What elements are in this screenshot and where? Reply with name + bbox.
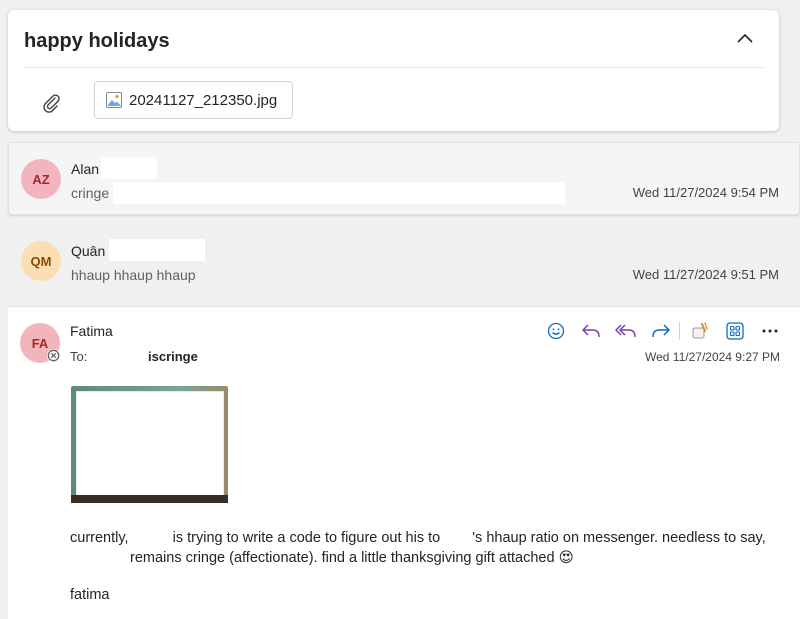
body-text: 's hhaup ratio on messenger. needless to… <box>472 530 766 546</box>
more-actions-button[interactable] <box>758 319 782 343</box>
collapse-button[interactable] <box>735 28 755 48</box>
thread-subject-card: happy holidays 20241127_212350.jpg <box>8 10 779 131</box>
heart-eyes-emoji: 😍 <box>558 550 574 566</box>
avatar: AZ <box>21 159 61 199</box>
presence-badge <box>47 349 60 362</box>
inline-image[interactable] <box>71 386 228 503</box>
message-item[interactable]: QM Quân hhaup hhaup hhaup Wed 11/27/2024… <box>8 224 800 297</box>
addin-button[interactable] <box>688 319 712 343</box>
apps-button[interactable] <box>723 319 747 343</box>
signature: fatima <box>70 587 110 603</box>
message-body: currently, is trying to write a code to … <box>70 528 770 568</box>
attachment-chip[interactable]: 20241127_212350.jpg <box>94 81 293 119</box>
hand-wave-icon <box>692 322 708 339</box>
apps-icon <box>726 322 744 340</box>
divider <box>679 322 680 340</box>
body-text: is trying to write a code to figure out … <box>172 530 441 546</box>
emoji-react-button[interactable] <box>544 319 568 343</box>
to-line: To: iscringe <box>70 349 198 364</box>
image-border <box>71 495 228 503</box>
message-date: Wed 11/27/2024 9:27 PM <box>645 350 780 364</box>
redaction <box>113 182 565 204</box>
open-message: FA Fatima To: iscringe Wed 11/27/2024 9:… <box>8 306 800 619</box>
message-actions <box>533 319 782 343</box>
thread-subject: happy holidays <box>24 30 170 52</box>
to-label: To: <box>70 349 88 364</box>
sender-name: Fatima <box>70 323 113 339</box>
image-content <box>76 391 224 501</box>
emoji-react-icon <box>547 322 565 340</box>
message-preview: cringe <box>71 185 110 201</box>
image-file-icon <box>106 92 122 108</box>
reply-all-button[interactable] <box>614 319 638 343</box>
forward-button[interactable] <box>649 319 673 343</box>
body-text: remains cringe (affectionate). find a li… <box>130 550 555 566</box>
redaction <box>101 157 157 179</box>
chevron-up-icon <box>737 33 753 43</box>
forward-icon <box>652 324 670 338</box>
sender-name: Quân <box>71 243 106 259</box>
body-text: currently, <box>70 530 129 546</box>
avatar: QM <box>21 241 61 281</box>
message-item[interactable]: AZ Alan cringe Wed 11/27/2024 9:54 PM <box>8 142 800 215</box>
blocked-status-icon <box>47 349 60 362</box>
message-date: Wed 11/27/2024 9:51 PM <box>632 267 779 282</box>
divider <box>24 67 763 68</box>
message-preview: hhaup hhaup hhaup <box>71 267 196 283</box>
reply-icon <box>582 324 600 338</box>
paperclip-icon <box>43 94 60 113</box>
reply-all-icon <box>615 324 636 338</box>
redaction <box>109 239 205 261</box>
reply-button[interactable] <box>579 319 603 343</box>
message-date: Wed 11/27/2024 9:54 PM <box>632 185 779 200</box>
attachment-filename: 20241127_212350.jpg <box>129 91 278 109</box>
recipient[interactable]: iscringe <box>148 349 198 364</box>
sender-name: Alan <box>71 161 100 177</box>
more-icon <box>762 329 778 333</box>
